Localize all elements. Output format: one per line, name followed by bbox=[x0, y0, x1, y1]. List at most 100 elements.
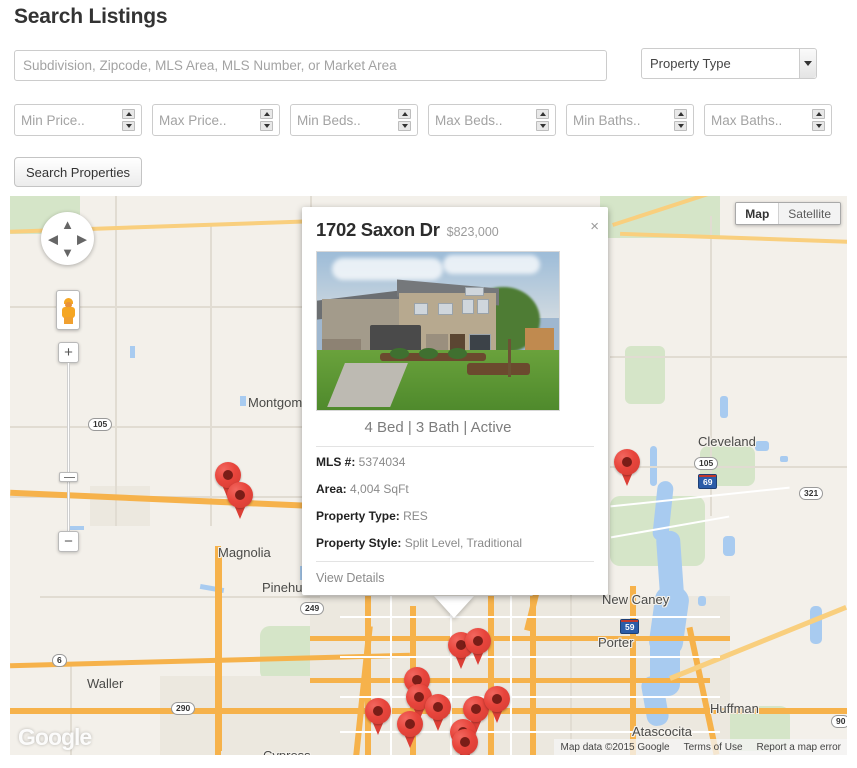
map-property-marker[interactable] bbox=[397, 711, 423, 749]
map-property-marker[interactable] bbox=[614, 449, 640, 487]
property-detail-row: Property Style: Split Level, Traditional bbox=[316, 536, 594, 550]
property-detail-label: MLS #: bbox=[316, 455, 356, 469]
map-type-toggle[interactable]: Map Satellite bbox=[735, 202, 841, 225]
terms-of-use-link[interactable]: Terms of Use bbox=[684, 742, 743, 753]
stepper-up-icon[interactable] bbox=[260, 109, 273, 119]
stepper-down-icon[interactable] bbox=[122, 121, 135, 131]
route-shield: 321 bbox=[799, 487, 824, 500]
photo-flower-bed bbox=[467, 362, 530, 376]
property-detail-list: MLS #: 5374034 Area: 4,004 SqFt Property T… bbox=[316, 447, 594, 550]
map-place-label: New Caney bbox=[602, 592, 670, 607]
max-price-field[interactable] bbox=[152, 104, 280, 136]
max-beds-field[interactable] bbox=[428, 104, 556, 136]
map-property-marker[interactable] bbox=[365, 698, 391, 736]
pan-right-icon[interactable]: ▶ bbox=[77, 232, 87, 245]
max-price-input[interactable] bbox=[153, 105, 257, 135]
numeric-filters-row bbox=[14, 104, 844, 136]
min-beds-field[interactable] bbox=[290, 104, 418, 136]
map-place-label: Cleveland bbox=[698, 434, 756, 449]
zoom-slider-track[interactable] bbox=[67, 363, 70, 531]
map-urban-area bbox=[160, 676, 360, 755]
stepper-down-icon[interactable] bbox=[674, 121, 687, 131]
max-baths-field[interactable] bbox=[704, 104, 832, 136]
map-zoom-control[interactable]: + − bbox=[58, 342, 79, 552]
map-place-label: Magnolia bbox=[218, 545, 271, 560]
pan-up-icon[interactable]: ▲ bbox=[61, 218, 74, 231]
map-type-satellite-button[interactable]: Satellite bbox=[778, 203, 840, 224]
map-attribution: Map data ©2015 Google Terms of Use Repor… bbox=[554, 739, 847, 755]
photo-tree-trunk bbox=[507, 338, 511, 377]
map-water bbox=[698, 596, 706, 606]
map-property-marker[interactable] bbox=[425, 694, 451, 732]
pan-left-icon[interactable]: ◀ bbox=[48, 232, 58, 245]
stepper-up-icon[interactable] bbox=[122, 109, 135, 119]
map-road bbox=[710, 216, 712, 516]
close-icon[interactable]: × bbox=[590, 219, 599, 234]
stepper-down-icon[interactable] bbox=[260, 121, 273, 131]
min-baths-stepper[interactable] bbox=[674, 109, 687, 131]
map-road bbox=[10, 306, 310, 308]
stepper-up-icon[interactable] bbox=[398, 109, 411, 119]
map-type-map-button[interactable]: Map bbox=[736, 203, 779, 224]
max-beds-stepper[interactable] bbox=[536, 109, 549, 131]
page-title: Search Listings bbox=[14, 5, 168, 28]
stepper-up-icon[interactable] bbox=[536, 109, 549, 119]
property-detail-row: Property Type: RES bbox=[316, 509, 594, 523]
search-input[interactable] bbox=[14, 50, 607, 81]
min-price-input[interactable] bbox=[15, 105, 119, 135]
search-panel: Search Listings Property Type Search Pro… bbox=[0, 0, 857, 196]
route-shield: 90 bbox=[831, 715, 847, 728]
min-price-stepper[interactable] bbox=[122, 109, 135, 131]
photo-cloud bbox=[331, 258, 443, 281]
property-type-dropdown[interactable]: Property Type bbox=[641, 48, 817, 79]
map-street bbox=[340, 656, 720, 658]
zoom-slider-thumb[interactable] bbox=[59, 472, 78, 482]
map-property-marker[interactable] bbox=[484, 686, 510, 724]
min-beds-stepper[interactable] bbox=[398, 109, 411, 131]
map-property-marker[interactable] bbox=[452, 729, 478, 755]
map-property-marker[interactable] bbox=[465, 628, 491, 666]
search-properties-button[interactable]: Search Properties bbox=[14, 157, 143, 187]
stepper-up-icon[interactable] bbox=[812, 109, 825, 119]
map-park bbox=[625, 346, 665, 404]
max-price-stepper[interactable] bbox=[260, 109, 273, 131]
route-shield: 59 bbox=[620, 619, 640, 634]
view-details-link[interactable]: View Details bbox=[316, 562, 594, 585]
pan-down-icon[interactable]: ▼ bbox=[61, 246, 74, 259]
property-detail-value: Split Level, Traditional bbox=[401, 536, 523, 550]
stepper-up-icon[interactable] bbox=[674, 109, 687, 119]
zoom-out-button[interactable]: − bbox=[58, 531, 79, 552]
max-baths-input[interactable] bbox=[705, 105, 809, 135]
property-price: $823,000 bbox=[446, 225, 499, 239]
property-detail-label: Property Style: bbox=[316, 536, 402, 550]
route-shield: 6 bbox=[52, 654, 67, 667]
search-listings-page: Search Listings Property Type Search Pro… bbox=[0, 0, 857, 768]
map-place-label: Atascocita bbox=[632, 724, 692, 739]
property-detail-value: RES bbox=[399, 509, 428, 523]
map-water bbox=[780, 456, 788, 462]
map-street bbox=[340, 616, 720, 618]
min-beds-input[interactable] bbox=[291, 105, 395, 135]
map-property-marker[interactable] bbox=[227, 482, 253, 520]
min-baths-input[interactable] bbox=[567, 105, 671, 135]
route-shield: 105 bbox=[694, 457, 719, 470]
map-water bbox=[130, 346, 135, 358]
info-window-tail bbox=[434, 596, 474, 618]
map-pan-control[interactable]: ▲ ▼ ◀ ▶ bbox=[41, 212, 94, 265]
report-map-error-link[interactable]: Report a map error bbox=[757, 742, 841, 753]
property-type-select[interactable]: Property Type bbox=[641, 48, 817, 79]
map-place-label: Cypress bbox=[263, 748, 311, 755]
max-baths-stepper[interactable] bbox=[812, 109, 825, 131]
min-baths-field[interactable] bbox=[566, 104, 694, 136]
map-water bbox=[720, 396, 728, 418]
pegman-figure bbox=[61, 297, 75, 324]
info-window-header: 1702 Saxon Dr $823,000 bbox=[316, 219, 594, 241]
max-beds-input[interactable] bbox=[429, 105, 533, 135]
property-photo[interactable] bbox=[316, 251, 560, 411]
stepper-down-icon[interactable] bbox=[536, 121, 549, 131]
stepper-down-icon[interactable] bbox=[812, 121, 825, 131]
street-view-pegman-icon[interactable] bbox=[56, 290, 80, 330]
zoom-in-button[interactable]: + bbox=[58, 342, 79, 363]
stepper-down-icon[interactable] bbox=[398, 121, 411, 131]
min-price-field[interactable] bbox=[14, 104, 142, 136]
